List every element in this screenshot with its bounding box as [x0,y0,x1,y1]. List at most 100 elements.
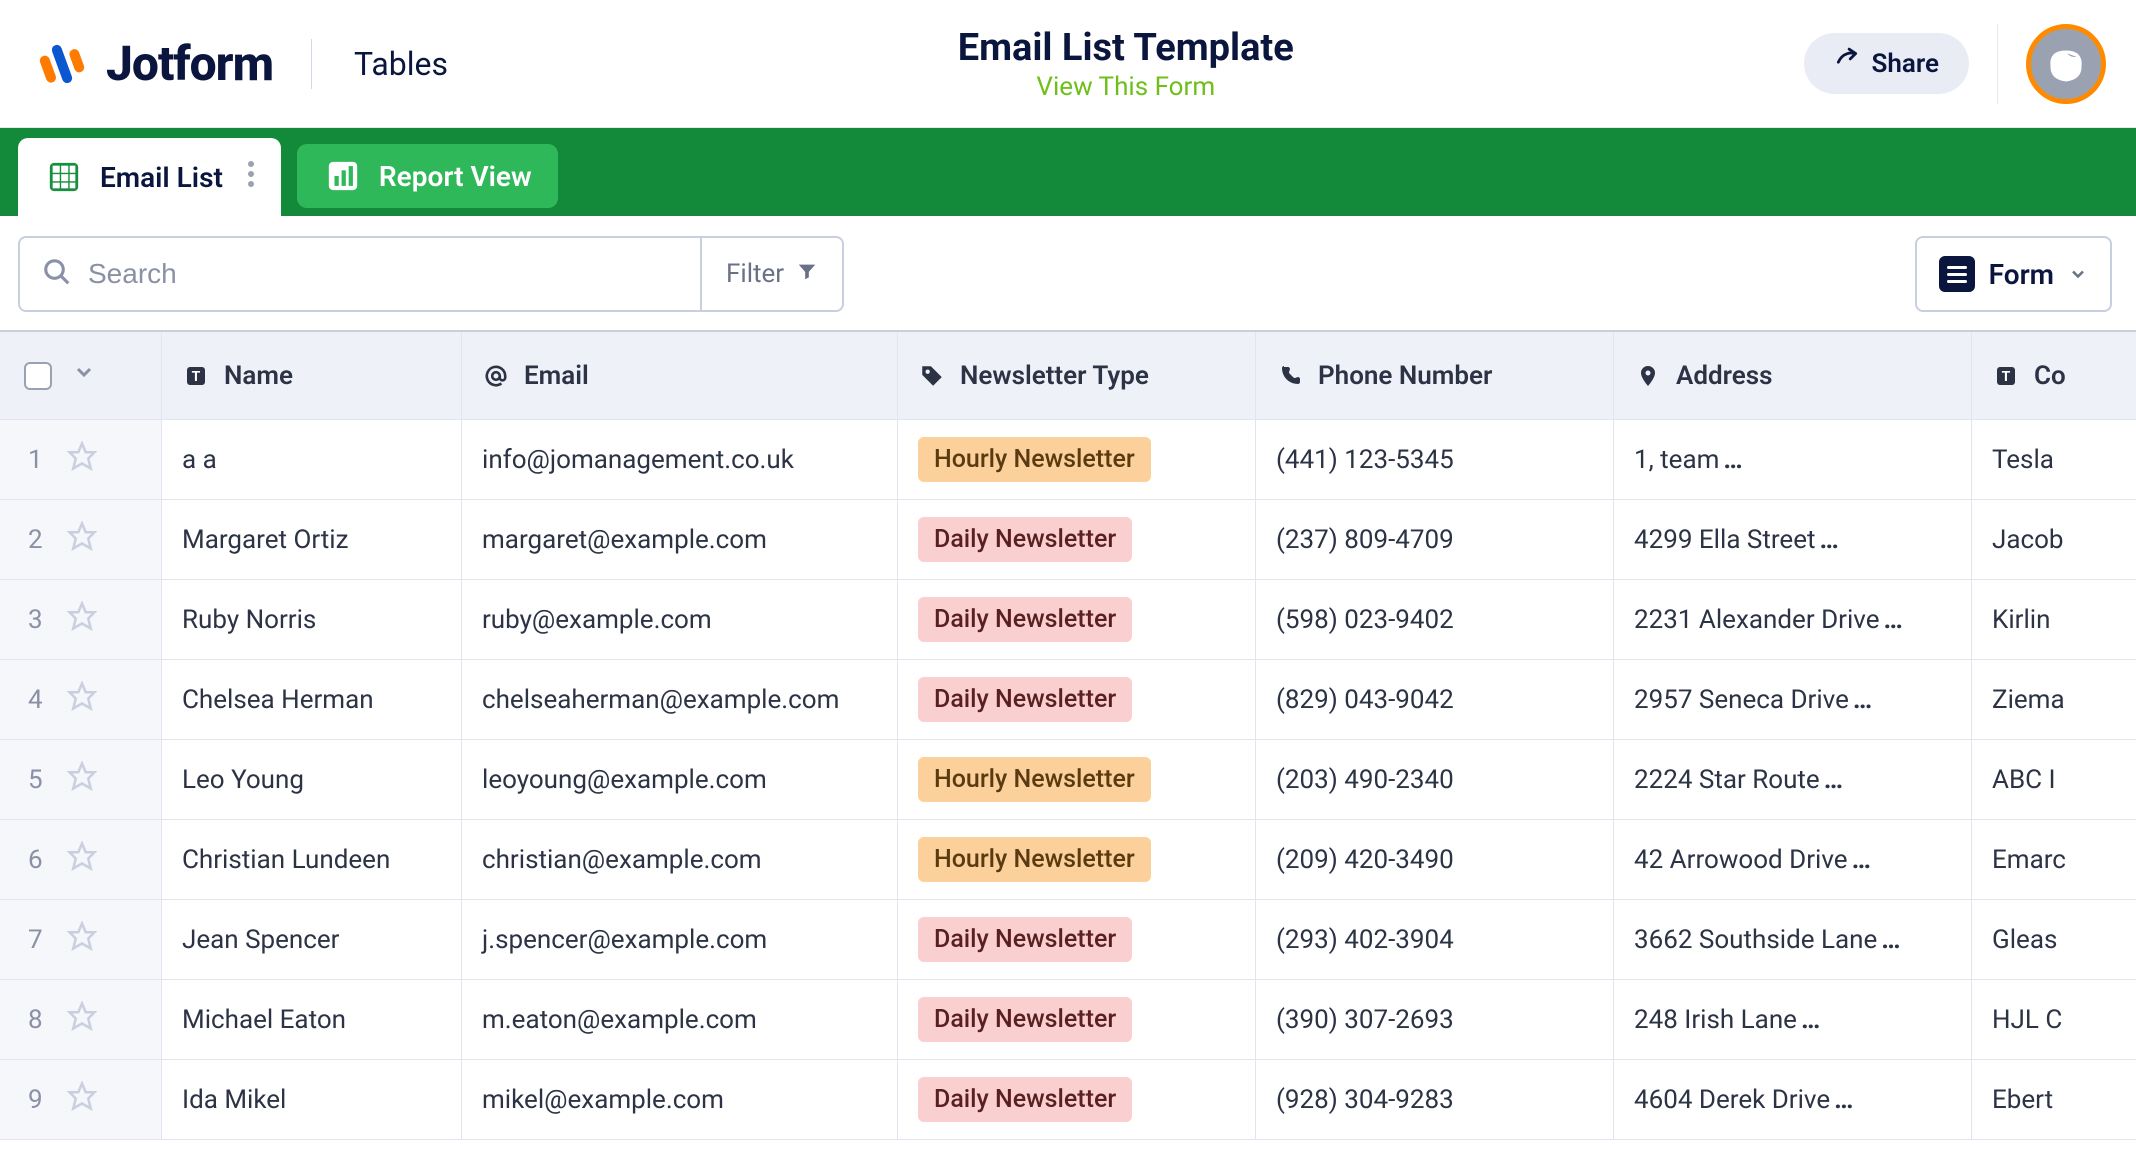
cell-name[interactable]: Ida Mikel [162,1060,462,1139]
form-dropdown-button[interactable]: Form [1915,236,2112,312]
star-icon[interactable] [67,1081,97,1118]
cell-name[interactable]: Chelsea Herman [162,660,462,739]
cell-address[interactable]: 4604 Derek Drive [1614,1060,1972,1139]
table-row[interactable]: 8Michael Eatonm.eaton@example.comDaily N… [0,980,2136,1060]
cell-company[interactable]: HJL C [1972,980,2136,1059]
share-button[interactable]: Share [1804,33,1969,94]
cell-phone[interactable]: (598) 023-9402 [1256,580,1614,659]
cell-name[interactable]: Ruby Norris [162,580,462,659]
search-box[interactable] [20,238,700,310]
cell-company[interactable]: Ebert [1972,1060,2136,1139]
star-icon[interactable] [67,521,97,558]
cell-phone[interactable]: (441) 123-5345 [1256,420,1614,499]
cell-email[interactable]: ruby@example.com [462,580,898,659]
star-icon[interactable] [67,841,97,878]
table-row[interactable]: 7Jean Spencerj.spencer@example.comDaily … [0,900,2136,980]
table-row[interactable]: 5Leo Youngleoyoung@example.comHourly New… [0,740,2136,820]
brand-logo[interactable]: Jotform Tables [36,35,448,92]
col-header-company[interactable]: T Co [1972,332,2136,419]
cell-name[interactable]: Leo Young [162,740,462,819]
cell-phone[interactable]: (829) 043-9042 [1256,660,1614,739]
col-header-phone[interactable]: Phone Number [1256,332,1614,419]
cell-email[interactable]: chelseaherman@example.com [462,660,898,739]
cell-newsletter[interactable]: Daily Newsletter [898,900,1256,979]
col-header-label: Name [224,361,293,391]
cell-phone[interactable]: (237) 809-4709 [1256,500,1614,579]
cell-company[interactable]: Kirlin [1972,580,2136,659]
brand-section: Tables [354,45,448,83]
cell-email[interactable]: j.spencer@example.com [462,900,898,979]
star-icon[interactable] [67,681,97,718]
tab-menu-icon[interactable] [247,159,255,196]
cell-address[interactable]: 4299 Ella Street [1614,500,1972,579]
chevron-down-icon[interactable] [72,360,96,391]
cell-phone[interactable]: (928) 304-9283 [1256,1060,1614,1139]
table-row[interactable]: 6Christian Lundeenchristian@example.comH… [0,820,2136,900]
cell-address[interactable]: 1, team [1614,420,1972,499]
star-icon[interactable] [67,441,97,478]
select-all-checkbox[interactable] [24,362,52,390]
cell-phone[interactable]: (390) 307-2693 [1256,980,1614,1059]
newsletter-tag: Daily Newsletter [918,597,1132,642]
cell-address[interactable]: 2957 Seneca Drive [1614,660,1972,739]
user-avatar[interactable] [2026,24,2106,104]
tab-email-list[interactable]: Email List [18,138,281,216]
tab-report-view[interactable]: Report View [297,144,558,208]
star-icon[interactable] [67,601,97,638]
cell-newsletter[interactable]: Hourly Newsletter [898,740,1256,819]
cell-phone[interactable]: (203) 490-2340 [1256,740,1614,819]
table-row[interactable]: 3Ruby Norrisruby@example.comDaily Newsle… [0,580,2136,660]
cell-newsletter[interactable]: Daily Newsletter [898,980,1256,1059]
cell-company[interactable]: Emarc [1972,820,2136,899]
cell-address[interactable]: 248 Irish Lane [1614,980,1972,1059]
cell-phone[interactable]: (209) 420-3490 [1256,820,1614,899]
table-row[interactable]: 1a ainfo@jomanagement.co.ukHourly Newsle… [0,420,2136,500]
search-input[interactable] [88,258,678,290]
cell-company[interactable]: Gleas [1972,900,2136,979]
col-header-email[interactable]: Email [462,332,898,419]
cell-newsletter[interactable]: Daily Newsletter [898,1060,1256,1139]
svg-text:T: T [192,369,201,385]
cell-company[interactable]: ABC I [1972,740,2136,819]
cell-email[interactable]: margaret@example.com [462,500,898,579]
col-header-newsletter[interactable]: Newsletter Type [898,332,1256,419]
filter-button[interactable]: Filter [700,238,842,310]
cell-name[interactable]: Jean Spencer [162,900,462,979]
table-row[interactable]: 2Margaret Ortizmargaret@example.comDaily… [0,500,2136,580]
cell-email[interactable]: christian@example.com [462,820,898,899]
table-row[interactable]: 9Ida Mikelmikel@example.comDaily Newslet… [0,1060,2136,1140]
cell-name[interactable]: Margaret Ortiz [162,500,462,579]
col-header-name[interactable]: T Name [162,332,462,419]
cell-address[interactable]: 42 Arrowood Drive [1614,820,1972,899]
star-icon[interactable] [67,1001,97,1038]
cell-address[interactable]: 2224 Star Route [1614,740,1972,819]
cell-email[interactable]: m.eaton@example.com [462,980,898,1059]
cell-newsletter[interactable]: Daily Newsletter [898,660,1256,739]
cell-phone[interactable]: (293) 402-3904 [1256,900,1614,979]
cell-company[interactable]: Ziema [1972,660,2136,739]
cell-company[interactable]: Jacob [1972,500,2136,579]
table-row[interactable]: 4Chelsea Hermanchelseaherman@example.com… [0,660,2136,740]
star-icon[interactable] [67,921,97,958]
col-header-address[interactable]: Address [1614,332,1972,419]
cell-text: Chelsea Herman [182,685,374,715]
cell-company[interactable]: Tesla [1972,420,2136,499]
grid-icon [44,157,84,197]
cell-text: (237) 809-4709 [1276,525,1454,555]
cell-email[interactable]: mikel@example.com [462,1060,898,1139]
cell-text: Leo Young [182,765,304,795]
cell-email[interactable]: leoyoung@example.com [462,740,898,819]
cell-newsletter[interactable]: Daily Newsletter [898,500,1256,579]
cell-text: 2957 Seneca Drive [1634,685,1872,715]
cell-name[interactable]: Christian Lundeen [162,820,462,899]
cell-name[interactable]: a a [162,420,462,499]
cell-email[interactable]: info@jomanagement.co.uk [462,420,898,499]
star-icon[interactable] [67,761,97,798]
cell-address[interactable]: 2231 Alexander Drive [1614,580,1972,659]
cell-newsletter[interactable]: Daily Newsletter [898,580,1256,659]
cell-newsletter[interactable]: Hourly Newsletter [898,420,1256,499]
view-form-link[interactable]: View This Form [1036,72,1215,102]
cell-newsletter[interactable]: Hourly Newsletter [898,820,1256,899]
cell-address[interactable]: 3662 Southside Lane [1614,900,1972,979]
cell-name[interactable]: Michael Eaton [162,980,462,1059]
